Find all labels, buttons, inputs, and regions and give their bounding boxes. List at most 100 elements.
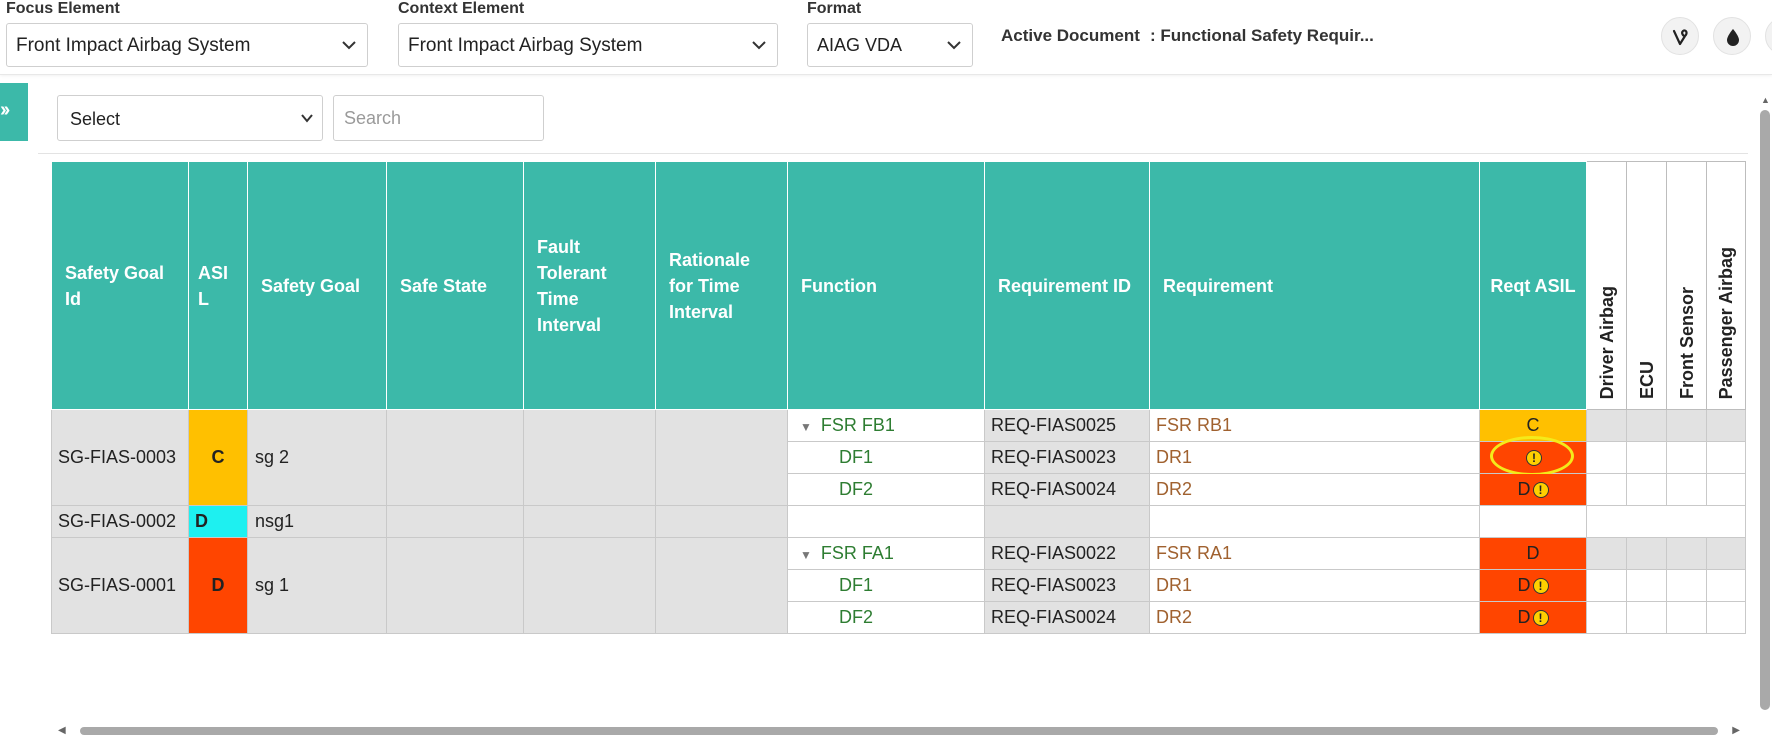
col-ftti[interactable]: Fault Tolerant Time Interval — [523, 161, 656, 410]
col-ecu[interactable]: ECU — [1626, 161, 1667, 410]
col-reqt-asil[interactable]: Reqt ASIL — [1479, 161, 1587, 410]
safety-goal-cell: sg 1 — [247, 537, 387, 634]
function-cell[interactable]: DF1 — [787, 441, 985, 474]
tool-cell[interactable] — [1586, 505, 1627, 538]
requirement-cell[interactable]: DR1 — [1149, 569, 1480, 602]
tool-cell[interactable] — [1666, 569, 1707, 602]
function-cell[interactable]: ▼ FSR FB1 — [787, 409, 985, 442]
sidebar-toggle[interactable]: ›› — [0, 83, 28, 141]
tool-cell[interactable] — [1666, 537, 1707, 570]
tool-cell[interactable] — [1626, 473, 1667, 506]
ftti-cell — [523, 409, 656, 506]
safe-state-cell — [386, 505, 524, 538]
requirement-cell[interactable]: FSR RB1 — [1149, 409, 1480, 442]
col-front-sensor[interactable]: Front Sensor — [1666, 161, 1707, 410]
tool-cell[interactable] — [1666, 441, 1707, 474]
function-cell[interactable]: DF2 — [787, 601, 985, 634]
divider — [38, 153, 1748, 154]
vine-button[interactable] — [1661, 17, 1699, 55]
rationale-cell — [655, 409, 788, 506]
scroll-right-icon[interactable]: ▶ — [1732, 725, 1740, 736]
col-requirement[interactable]: Requirement — [1149, 161, 1480, 410]
warning-icon[interactable]: ! — [1532, 578, 1549, 595]
tool-cell[interactable] — [1626, 505, 1667, 538]
tool-cell[interactable] — [1586, 569, 1627, 602]
search-input[interactable] — [333, 95, 544, 141]
safety-goal-cell: sg 2 — [247, 409, 387, 506]
tool-cell[interactable] — [1706, 473, 1746, 506]
rationale-cell — [655, 537, 788, 634]
tool-cell[interactable] — [1626, 601, 1667, 634]
function-cell[interactable] — [787, 505, 985, 538]
reqt-asil-value: D — [1517, 575, 1531, 595]
tool-cell[interactable] — [1666, 473, 1707, 506]
requirement-cell[interactable]: FSR RA1 — [1149, 537, 1480, 570]
caret-down-icon[interactable]: ▼ — [800, 548, 812, 562]
col-requirement-id[interactable]: Requirement ID — [984, 161, 1150, 410]
tool-cell[interactable] — [1586, 601, 1627, 634]
tool-cell[interactable] — [1706, 569, 1746, 602]
tool-cell[interactable] — [1626, 441, 1667, 474]
scroll-up-icon[interactable]: ▲ — [1761, 95, 1770, 105]
tool-cell[interactable] — [1626, 569, 1667, 602]
context-element-select[interactable]: Front Impact Airbag System — [398, 23, 778, 67]
tool-cell[interactable] — [1586, 473, 1627, 506]
warning-icon[interactable]: ! — [1526, 450, 1542, 467]
requirement-id-cell: REQ-FIAS0022 — [984, 537, 1150, 570]
warning-icon[interactable]: ! — [1532, 482, 1549, 499]
context-element-value: Front Impact Airbag System — [408, 35, 643, 56]
col-passenger-airbag[interactable]: Passenger Airbag — [1706, 161, 1746, 410]
tool-cell[interactable] — [1666, 505, 1707, 538]
col-rationale[interactable]: Rationale for Time Interval — [655, 161, 788, 410]
tool-cell[interactable] — [1706, 537, 1746, 570]
tool-cell[interactable] — [1666, 601, 1707, 634]
horizontal-scroll-thumb[interactable] — [80, 727, 1718, 735]
tool-cell[interactable] — [1586, 441, 1627, 474]
tool-cell[interactable] — [1626, 409, 1667, 442]
function-cell[interactable]: ▼ FSR FA1 — [787, 537, 985, 570]
scroll-left-icon[interactable]: ◀ — [58, 725, 66, 736]
function-cell[interactable]: DF2 — [787, 473, 985, 506]
requirement-cell[interactable]: DR1 — [1149, 441, 1480, 474]
table-row[interactable]: SG-FIAS-0001 D sg 1 ▼ FSR FA1 REQ-FIAS002… — [51, 537, 1746, 634]
active-document-value: : Functional Safety Requir... — [1150, 26, 1374, 45]
tool-cell[interactable] — [1666, 409, 1707, 442]
ftti-cell — [523, 505, 656, 538]
chevron-down-icon — [947, 41, 961, 50]
col-safety-goal-id[interactable]: Safety Goal Id — [51, 161, 189, 410]
focus-element-select[interactable]: Front Impact Airbag System — [6, 23, 368, 67]
reqt-asil-value: D — [1517, 479, 1531, 499]
tool-cell[interactable] — [1626, 537, 1667, 570]
col-driver-airbag[interactable]: Driver Airbag — [1586, 161, 1627, 410]
reqt-asil-cell: C — [1479, 409, 1587, 442]
col-safety-goal[interactable]: Safety Goal — [247, 161, 387, 410]
filter-select[interactable]: Select — [57, 95, 323, 141]
tool-cell[interactable] — [1586, 537, 1627, 570]
requirement-id-cell: REQ-FIAS0024 — [984, 601, 1150, 634]
reqt-asil-cell: D! — [1479, 473, 1587, 506]
tool-cell[interactable] — [1706, 441, 1746, 474]
warning-icon[interactable]: ! — [1532, 610, 1549, 627]
tool-cell[interactable] — [1586, 409, 1627, 442]
tool-cell[interactable] — [1706, 601, 1746, 634]
requirement-cell[interactable] — [1149, 505, 1480, 538]
table-row[interactable]: SG-FIAS-0002 D nsg1 — [51, 505, 1746, 538]
theme-button[interactable] — [1713, 17, 1751, 55]
table-row[interactable]: SG-FIAS-0003 C sg 2 ▼ FSR FB1 REQ-FIAS002… — [51, 409, 1746, 506]
table-header-row: Safety Goal Id ASI L Safety Goal Safe St… — [51, 161, 1746, 410]
function-cell[interactable]: DF1 — [787, 569, 985, 602]
horizontal-scrollbar[interactable]: ◀ ▶ — [54, 723, 1744, 736]
format-select[interactable]: AIAG VDA — [807, 23, 973, 67]
vertical-scroll-thumb[interactable] — [1760, 110, 1770, 710]
vertical-scrollbar[interactable]: ▲ — [1758, 95, 1772, 723]
col-safe-state[interactable]: Safe State — [386, 161, 524, 410]
requirement-cell[interactable]: DR2 — [1149, 601, 1480, 634]
col-asil[interactable]: ASI L — [188, 161, 248, 410]
filter-select-value: Select — [70, 109, 121, 129]
col-function[interactable]: Function — [787, 161, 985, 410]
tool-cell[interactable] — [1706, 409, 1746, 442]
more-button[interactable] — [1765, 17, 1772, 55]
requirement-cell[interactable]: DR2 — [1149, 473, 1480, 506]
tool-cell[interactable] — [1706, 505, 1746, 538]
caret-down-icon[interactable]: ▼ — [800, 420, 812, 434]
